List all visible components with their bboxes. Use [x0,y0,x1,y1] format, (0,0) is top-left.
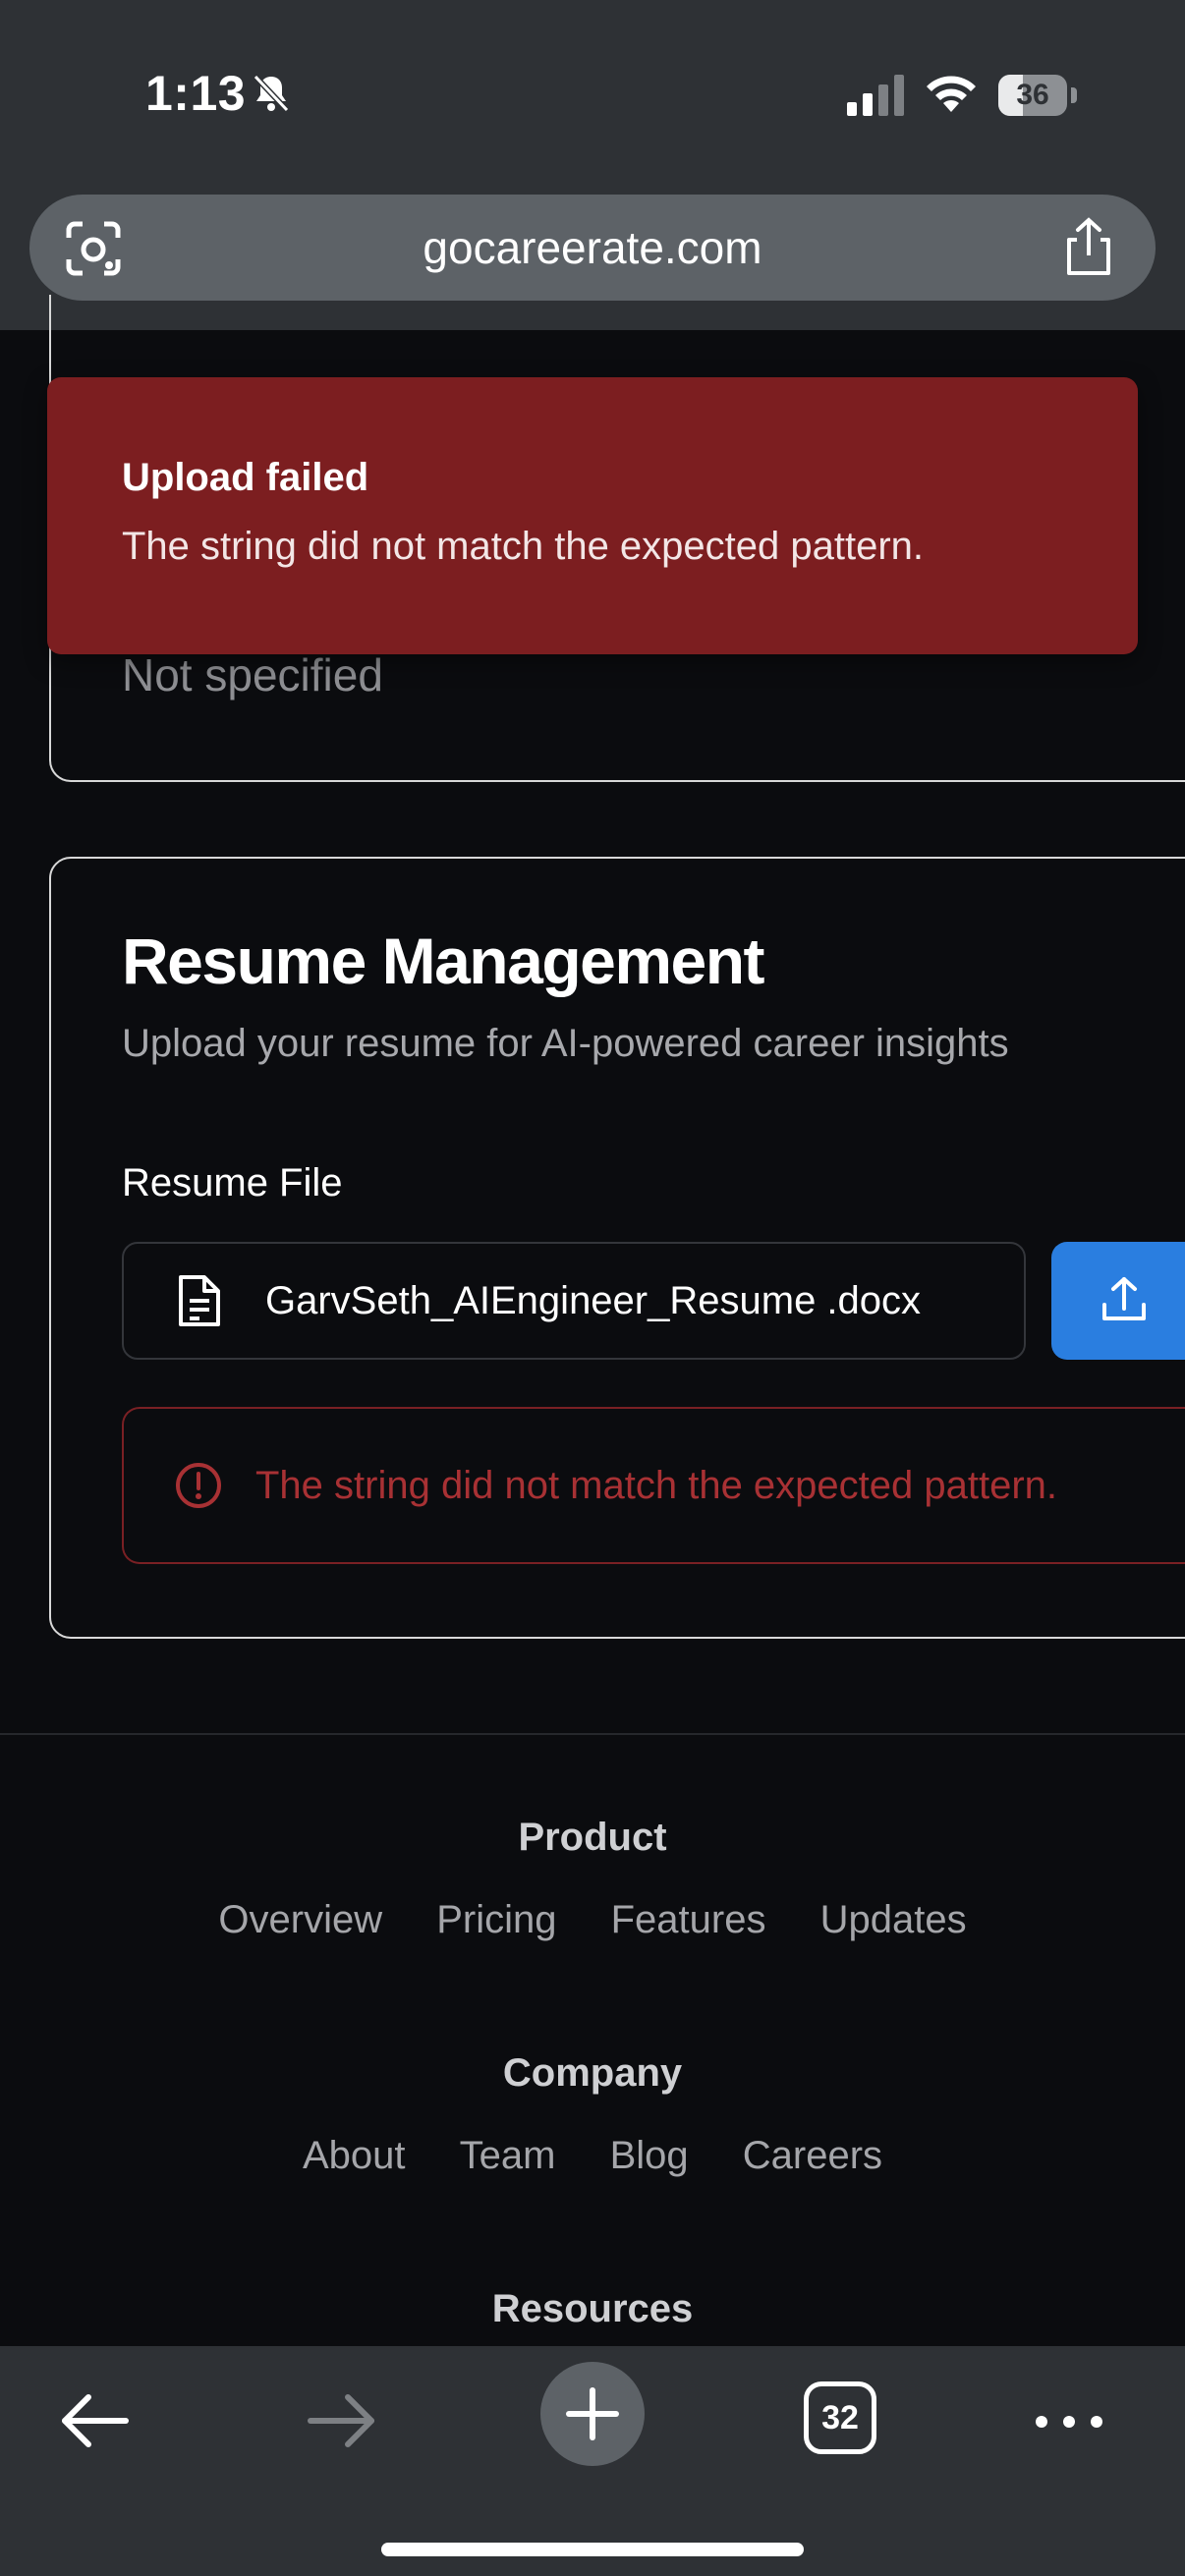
status-time: 1:13 [145,66,247,121]
footer-link-careers[interactable]: Careers [743,2134,882,2177]
plus-icon [566,2387,619,2440]
address-bar[interactable]: gocareerate.com [29,195,1156,301]
upload-button[interactable] [1051,1242,1185,1360]
forward-arrow-icon[interactable] [305,2381,379,2460]
battery-indicator: 36 [998,75,1077,116]
more-options-icon[interactable] [1032,2397,1106,2446]
footer-heading-resources: Resources [491,2287,694,2330]
footer-heading-product: Product [518,1816,667,1859]
footer-heading-company: Company [502,2051,683,2095]
signal-icon [847,75,904,116]
card-subtitle: Upload your resume for AI-powered career… [122,1022,1009,1065]
footer-link-features[interactable]: Features [611,1898,766,1941]
share-icon[interactable] [1061,216,1116,277]
url-text[interactable]: gocareerate.com [147,195,1038,301]
alert-circle-icon [176,1463,221,1508]
footer-link-overview[interactable]: Overview [218,1898,382,1941]
footer-link-pricing[interactable]: Pricing [436,1898,556,1941]
toast-title: Upload failed [122,456,369,499]
upload-failed-toast[interactable]: Upload failed The string did not match t… [47,377,1138,654]
toast-message: The string did not match the expected pa… [122,525,925,568]
footer-link-blog[interactable]: Blog [610,2134,689,2177]
footer-divider [0,1733,1185,1735]
footer-link-updates[interactable]: Updates [820,1898,967,1941]
resume-file-label: Resume File [122,1161,343,1204]
back-arrow-icon[interactable] [57,2381,132,2460]
home-indicator [381,2543,804,2556]
footer-link-team[interactable]: Team [460,2134,556,2177]
error-message: The string did not match the expected pa… [255,1464,1058,1507]
browser-bottom-toolbar: 32 [0,2346,1185,2576]
resume-file-name: GarvSeth_AIEngineer_Resume .docx [265,1279,922,1322]
profile-field-value: Not specified [122,649,383,700]
new-tab-button[interactable] [540,2362,645,2466]
browser-top-bar: 1:13 36 gocareerate.com [0,0,1185,330]
battery-level-text: 36 [1016,79,1049,111]
resume-file-input[interactable]: GarvSeth_AIEngineer_Resume .docx [122,1242,1026,1360]
card-title: Resume Management [122,924,765,997]
wifi-icon [927,76,976,112]
camera-search-icon[interactable] [65,220,122,277]
footer-link-about[interactable]: About [303,2134,406,2177]
upload-icon [1102,1277,1146,1320]
footer-links-product: Overview Pricing Features Updates [0,1898,1185,1942]
page: 1:13 36 gocareerate.com Not specified Up… [0,0,1185,2576]
footer-links-company: About Team Blog Careers [0,2134,1185,2178]
tab-switcher-button[interactable]: 32 [804,2381,876,2454]
document-icon [179,1275,220,1326]
error-alert: The string did not match the expected pa… [122,1407,1185,1564]
bell-slash-icon [253,74,290,113]
